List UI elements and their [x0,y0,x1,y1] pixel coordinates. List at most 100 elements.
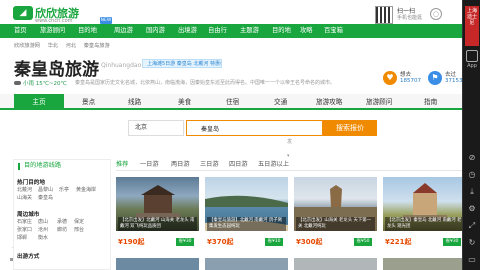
sidebar-link[interactable]: 昌黎山 [38,186,53,193]
route-card[interactable]: 【北京出发】山海关 老龙头 天下第一关 北戴河纯玩 ¥300起 省¥50 [294,177,377,255]
breadcrumb-item[interactable]: 欣欣旅游网 [14,43,40,49]
app-icon[interactable] [466,50,478,62]
destination-tabs: 主页 景点 线路 美食 住宿 交通 旅游攻略 旅游顾问 指南 [0,94,462,110]
route-sidebar: 目的地游线路 热门目的地 北戴河 昌黎山 乐亭 黄金海岸 山海关 秦皇岛 周边城… [13,159,111,270]
nav-consultant[interactable]: 旅游顾问 [40,24,65,38]
filter-tag[interactable]: 一日游 [140,159,159,171]
breadcrumb: 欣欣旅游网 华北 河北 秦皇岛旅游 [14,42,116,49]
download-icon[interactable]: ⤓ [467,187,477,197]
filter-tag[interactable]: 三日游 [200,159,219,171]
sidebar-link[interactable]: 秦皇岛 [38,194,53,201]
flag-icon: ⚑ [428,71,442,85]
sidebar-link[interactable]: 保定 [74,218,84,225]
promo-banner[interactable]: 上海滩5日游 秦皇岛 北戴河 特惠价 [142,59,222,68]
page-title: 秦皇岛旅游 [14,60,99,80]
sidebar-link[interactable]: 石家庄 [17,218,32,225]
sidebar-link[interactable]: 廊坊 [57,226,67,233]
sidebar-link[interactable]: 山海关 [17,194,32,201]
sidebar-section-title: 周边城市 [17,212,40,218]
nav-theme[interactable]: 主题游 [240,24,259,38]
route-title[interactable]: 【秦皇岛旅游】北戴河 南戴河 鸽子窝 集发生态园纯玩 [207,217,286,231]
collapse-icon[interactable]: ▭ [467,255,477,265]
nav-destination[interactable]: 目的地 [78,24,97,38]
departure-city-select[interactable]: 北京 出发▾ [128,120,292,159]
block-icon[interactable]: ⊘ [467,153,477,163]
nav-home[interactable]: 首页 [14,24,27,38]
route-card[interactable]: 【北京出发】北戴河 山海关 老龙头 南戴河 双飞纯玩品质团 ¥190起 省¥30 [116,177,199,255]
route-filter-tags: 推荐 一日游 两日游 三日游 四日游 五日游以上 [116,159,462,171]
discount-badge: 省¥30 [176,238,194,246]
sidebar-link[interactable]: 北戴河 [17,186,32,193]
route-title[interactable]: 【北京出发】北戴河 山海关 老龙头 南戴河 双飞纯玩品质团 [118,217,197,231]
sidebar-title: 目的地游线路 [18,160,61,172]
discount-badge: 省¥10 [265,238,283,246]
nav-freetravel[interactable]: 自由行 [208,24,227,38]
sidebar-link[interactable]: 邢台 [74,226,84,233]
rail-ad[interactable]: 上海迪士尼 [465,6,479,46]
nav-domestic[interactable]: 国内游 [146,24,165,38]
filter-tag[interactable]: 推荐 [116,159,128,171]
departure-city: 北京 [135,124,148,131]
sidebar-link[interactable]: 承德 [57,218,67,225]
search-input[interactable] [186,120,323,136]
logo-icon[interactable]: ◢ [13,6,33,20]
scan-sublabel: 手机也能逛 [397,15,423,21]
stat-label: 想去 [400,72,412,78]
filter-tag[interactable]: 五日游以上 [258,159,289,171]
been-there-stat[interactable]: ⚑ 去过 371534 [428,70,462,88]
nav-guide[interactable]: 攻略 [300,24,313,38]
nav-destination-2[interactable]: 目的地 [272,24,291,38]
route-card-partial[interactable] [116,258,199,270]
settings-icon[interactable]: ⚙ [467,204,477,214]
route-price: ¥300起 [296,238,323,246]
qr-code-icon[interactable] [375,6,393,24]
tab-hotels[interactable]: 住宿 [226,94,239,110]
nav-treasure[interactable]: 百宝箱 [324,24,343,38]
tab-travel-guide[interactable]: 旅游攻略 [316,94,342,110]
expand-icon[interactable]: ⤢ [467,221,477,231]
breadcrumb-item[interactable]: 河北 [66,43,76,49]
sidebar-link[interactable]: 唐山 [38,218,48,225]
sidebar-section-title: 出游方式 [17,254,40,260]
tab-transport[interactable]: 交通 [274,94,287,110]
route-card-partial[interactable] [205,258,288,270]
route-price: ¥370起 [207,238,234,246]
sidebar-link[interactable]: 邯郸 [17,234,27,241]
main-content: ◢ 欣欣旅游 www.cncn.com 扫一扫 手机也能逛 ○ NEW 首页 旅… [0,0,462,270]
tab-routes[interactable]: 线路 [128,94,141,110]
tab-tips[interactable]: 指南 [424,94,437,110]
weather-text: 小雨 15℃~20℃ [23,81,67,87]
heart-icon: ♥ [383,71,397,85]
route-card[interactable]: 【北京出发】秦皇岛 北戴河 南戴河 老龙头 观光团 ¥221起 省¥30 [383,177,462,255]
route-card-partial[interactable] [294,258,377,270]
breadcrumb-item[interactable]: 华北 [48,43,58,49]
refresh-icon[interactable]: ↻ [467,238,477,248]
tab-attractions[interactable]: 景点 [82,94,95,110]
sidebar-link[interactable]: 沧州 [38,226,48,233]
want-to-go-stat[interactable]: ♥ 想去 185707 [383,70,428,88]
route-card[interactable]: 【秦皇岛旅游】北戴河 南戴河 鸽子窝 集发生态园纯玩 ¥370起 省¥10 [205,177,288,255]
tab-consultant[interactable]: 旅游顾问 [366,94,392,110]
filter-tag[interactable]: 两日游 [171,159,190,171]
sidebar-link[interactable]: 张家口 [17,226,32,233]
nav-outbound[interactable]: 出境游 [178,24,197,38]
filter-tag[interactable]: 四日游 [229,159,248,171]
stat-value: 185707 [400,78,421,84]
route-price: ¥221起 [385,238,412,246]
tab-food[interactable]: 美食 [178,94,191,110]
search-button[interactable]: 搜索报价 [323,120,377,136]
history-icon[interactable]: ◷ [467,170,477,180]
stat-value: 371534 [445,78,462,84]
route-card-partial[interactable] [383,258,462,270]
sidebar-link[interactable]: 衡水 [38,234,48,241]
discount-badge: 省¥30 [443,238,461,246]
route-title[interactable]: 【北京出发】秦皇岛 北戴河 南戴河 老龙头 观光团 [385,217,462,231]
nav-nearby[interactable]: 周边游 [114,24,133,38]
sidebar-link[interactable]: 黄金海岸 [76,186,96,193]
route-title[interactable]: 【北京出发】山海关 老龙头 天下第一关 北戴河纯玩 [296,217,375,231]
tab-home[interactable]: 主页 [14,94,64,110]
user-icon[interactable]: ○ [430,8,442,20]
browser-side-rail: 上海迪士尼 App ⊘ ◷ ⤓ ⚙ ⤢ ↻ ▭ [462,0,480,270]
page: ◢ 欣欣旅游 www.cncn.com 扫一扫 手机也能逛 ○ NEW 首页 旅… [0,0,480,270]
sidebar-link[interactable]: 乐亭 [59,186,69,193]
